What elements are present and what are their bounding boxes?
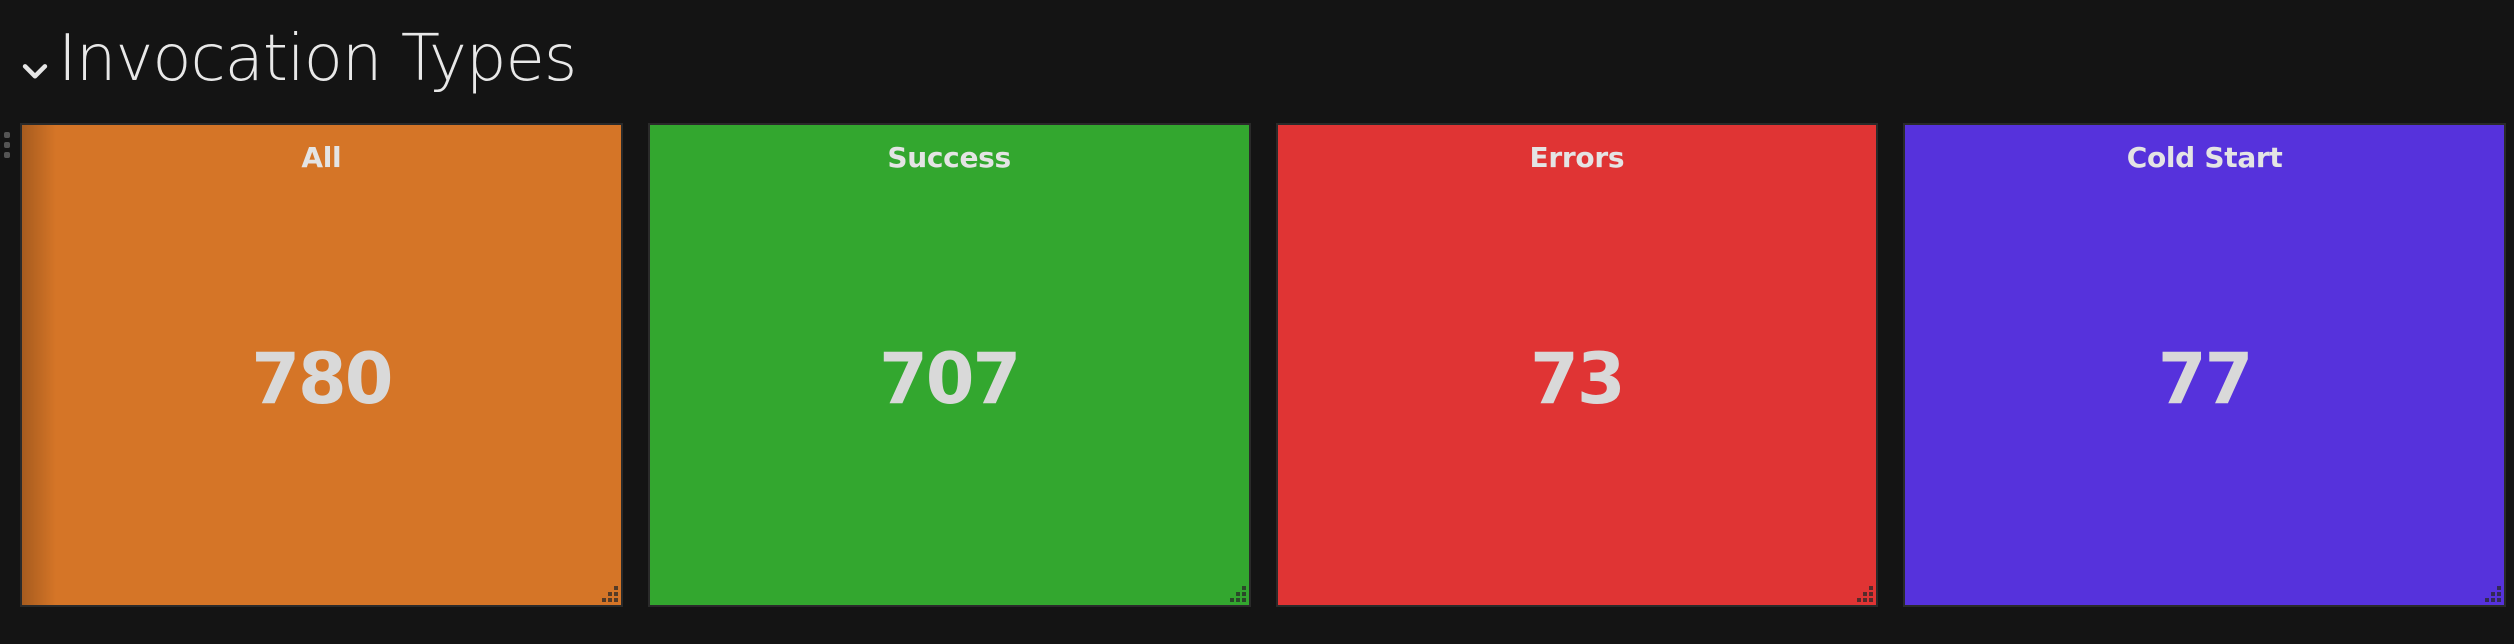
panel-all[interactable]: All 780 (20, 123, 623, 607)
panel-cold-start[interactable]: Cold Start 77 (1903, 123, 2506, 607)
panel-value: 77 (2157, 338, 2253, 420)
panel-value: 707 (879, 338, 1021, 420)
resize-handle-icon[interactable] (2481, 582, 2503, 604)
resize-handle-icon[interactable] (1226, 582, 1248, 604)
chevron-down-icon[interactable] (18, 55, 52, 89)
resize-handle-icon[interactable] (1853, 582, 1875, 604)
panel-value: 73 (1530, 338, 1625, 420)
panel-errors[interactable]: Errors 73 (1275, 123, 1879, 607)
row-drag-handle-icon[interactable] (4, 132, 14, 166)
row-header[interactable]: Invocation Types (18, 14, 577, 104)
panel-success[interactable]: Success 707 (647, 123, 1251, 607)
row-title: Invocation Types (58, 22, 577, 96)
resize-handle-icon[interactable] (598, 582, 620, 604)
panel-value: 780 (251, 338, 393, 420)
stat-panels: All 780 Success 707 Errors 73 Cold Start… (20, 123, 2506, 607)
